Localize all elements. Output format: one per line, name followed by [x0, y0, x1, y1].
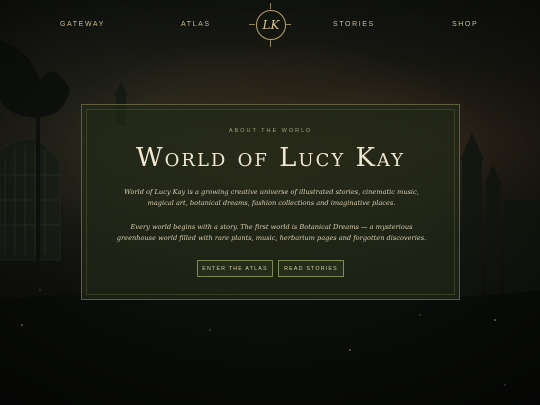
logo-ray-left [249, 24, 255, 25]
story-paragraph: Every world begins with a story. The fir… [116, 223, 427, 242]
nav-atlas-link[interactable]: ATLAS [181, 21, 211, 28]
logo-ray-top [269, 3, 271, 9]
about-panel: ABOUT THE WORLD World of Lucy Kay World … [81, 104, 460, 300]
eyebrow-label: ABOUT THE WORLD [228, 128, 313, 134]
top-navigation: GATEWAY ATLAS LK STORIES SHOP [0, 0, 540, 52]
intro-paragraph: World of Lucy Kay is a growing creative … [124, 188, 419, 207]
enter-atlas-button[interactable]: ENTER THE ATLAS [197, 260, 273, 277]
nav-stories-link[interactable]: STORIES [333, 21, 375, 28]
nav-shop-link[interactable]: SHOP [452, 21, 478, 28]
nav-gateway-link[interactable]: GATEWAY [60, 21, 105, 28]
page-title: World of Lucy Kay [135, 143, 406, 173]
read-stories-button[interactable]: READ STORIES [278, 260, 344, 277]
logo-monogram: LK [256, 10, 286, 40]
logo-ray-bottom [269, 39, 271, 47]
